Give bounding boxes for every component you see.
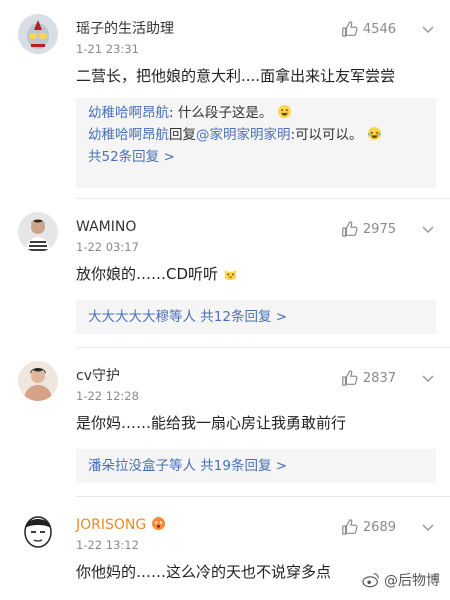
more-menu-button[interactable] bbox=[420, 520, 436, 536]
reply-box[interactable]: 幼稚哈啊昂航: 什么段子这是。 幼稚哈啊昂航回复@家明家明家明:可以可以。 共5… bbox=[76, 98, 436, 188]
thumbs-up-icon bbox=[342, 519, 358, 535]
timestamp: 1-22 13:12 bbox=[76, 538, 139, 552]
comment-3: cv守护 1-22 12:28 2837 是你妈……能给我一扇心房让我勇敢前行 … bbox=[0, 347, 450, 497]
chevron-down-icon bbox=[422, 524, 434, 532]
reply-content: 什么段子这是。 bbox=[177, 105, 273, 121]
thumbs-up-icon bbox=[342, 370, 358, 386]
view-replies-link[interactable]: 共52条回复 > bbox=[88, 146, 424, 168]
reply-author[interactable]: 幼稚哈啊昂航 bbox=[88, 127, 169, 143]
view-replies-link[interactable]: 共12条回复 > bbox=[200, 309, 287, 325]
thumbs-up-icon bbox=[342, 21, 358, 37]
chevron-down-icon bbox=[422, 226, 434, 234]
avatar[interactable] bbox=[18, 510, 58, 550]
timestamp: 1-22 03:17 bbox=[76, 240, 139, 254]
like-button[interactable]: 4546 bbox=[341, 20, 396, 38]
surprised-emoji-icon bbox=[151, 516, 165, 531]
comment-text-content: 放你娘的……CD听听 bbox=[76, 265, 219, 283]
comment-text: 是你妈……能给我一扇心房让我勇敢前行 bbox=[76, 414, 347, 432]
more-menu-button[interactable] bbox=[420, 22, 436, 38]
user-photo-avatar-icon bbox=[18, 361, 58, 401]
reply-verb: 回复 bbox=[169, 127, 196, 143]
reply-mention[interactable]: @家明家明家明 bbox=[196, 127, 291, 143]
like-count: 4546 bbox=[362, 21, 396, 37]
username[interactable]: 瑶子的生活助理 bbox=[76, 20, 174, 38]
avatar[interactable] bbox=[18, 361, 58, 401]
username[interactable]: JORISONG bbox=[76, 516, 166, 534]
comment-text: 你他妈的……这么冷的天也不说穿多点 bbox=[76, 563, 332, 581]
avatar[interactable] bbox=[18, 212, 58, 252]
cat-emoji-icon bbox=[224, 269, 236, 281]
grin-emoji-icon bbox=[277, 104, 291, 119]
like-button[interactable]: 2837 bbox=[341, 369, 396, 387]
username[interactable]: WAMINO bbox=[76, 218, 136, 236]
reply-line: 幼稚哈啊昂航回复@家明家明家明:可以可以。 bbox=[88, 124, 424, 146]
watermark-text: @后物博 bbox=[384, 573, 440, 589]
reply-author[interactable]: 幼稚哈啊昂航 bbox=[88, 105, 169, 121]
timestamp: 1-22 12:28 bbox=[76, 389, 139, 403]
avatar[interactable] bbox=[18, 14, 58, 54]
ultraman-avatar-icon bbox=[18, 14, 58, 54]
chevron-down-icon bbox=[422, 375, 434, 383]
thumbs-up-icon bbox=[342, 221, 358, 237]
laugh-tears-emoji-icon bbox=[367, 126, 381, 141]
more-menu-button[interactable] bbox=[420, 222, 436, 238]
reply-box[interactable]: 潘朵拉没盒子等人 共19条回复 > bbox=[76, 449, 436, 483]
comment-2: WAMINO 1-22 03:17 2975 放你娘的……CD听听 大大大大大穆… bbox=[0, 198, 450, 348]
reply-names[interactable]: 潘朵拉没盒子等人 bbox=[88, 458, 196, 474]
reply-line: 幼稚哈啊昂航: 什么段子这是。 bbox=[88, 102, 424, 124]
comment-1: 瑶子的生活助理 1-21 23:31 4546 二营长，把他娘的意大利....面… bbox=[0, 0, 450, 200]
weibo-logo-icon bbox=[362, 573, 379, 588]
chevron-down-icon bbox=[422, 26, 434, 34]
username[interactable]: cv守护 bbox=[76, 367, 120, 385]
view-replies-link[interactable]: 共19条回复 > bbox=[200, 458, 287, 474]
comment-text: 放你娘的……CD听听 bbox=[76, 264, 238, 284]
like-count: 2689 bbox=[362, 519, 396, 535]
watermark: @后物博 bbox=[362, 570, 440, 590]
reply-content: 可以可以。 bbox=[295, 127, 363, 143]
reply-box[interactable]: 大大大大大穆等人 共12条回复 > bbox=[76, 300, 436, 334]
timestamp: 1-21 23:31 bbox=[76, 42, 139, 56]
like-count: 2837 bbox=[362, 370, 396, 386]
comment-text: 二营长，把他娘的意大利....面拿出来让友军尝尝 bbox=[76, 67, 396, 85]
user-photo-avatar-icon bbox=[18, 212, 58, 252]
like-count: 2975 bbox=[362, 221, 396, 237]
username-text: JORISONG bbox=[76, 517, 147, 533]
reply-names[interactable]: 大大大大大穆等人 bbox=[88, 309, 196, 325]
reply-separator: : bbox=[169, 105, 178, 121]
like-button[interactable]: 2975 bbox=[341, 220, 396, 238]
cartoon-face-avatar-icon bbox=[18, 510, 58, 550]
more-menu-button[interactable] bbox=[420, 371, 436, 387]
like-button[interactable]: 2689 bbox=[341, 518, 396, 536]
